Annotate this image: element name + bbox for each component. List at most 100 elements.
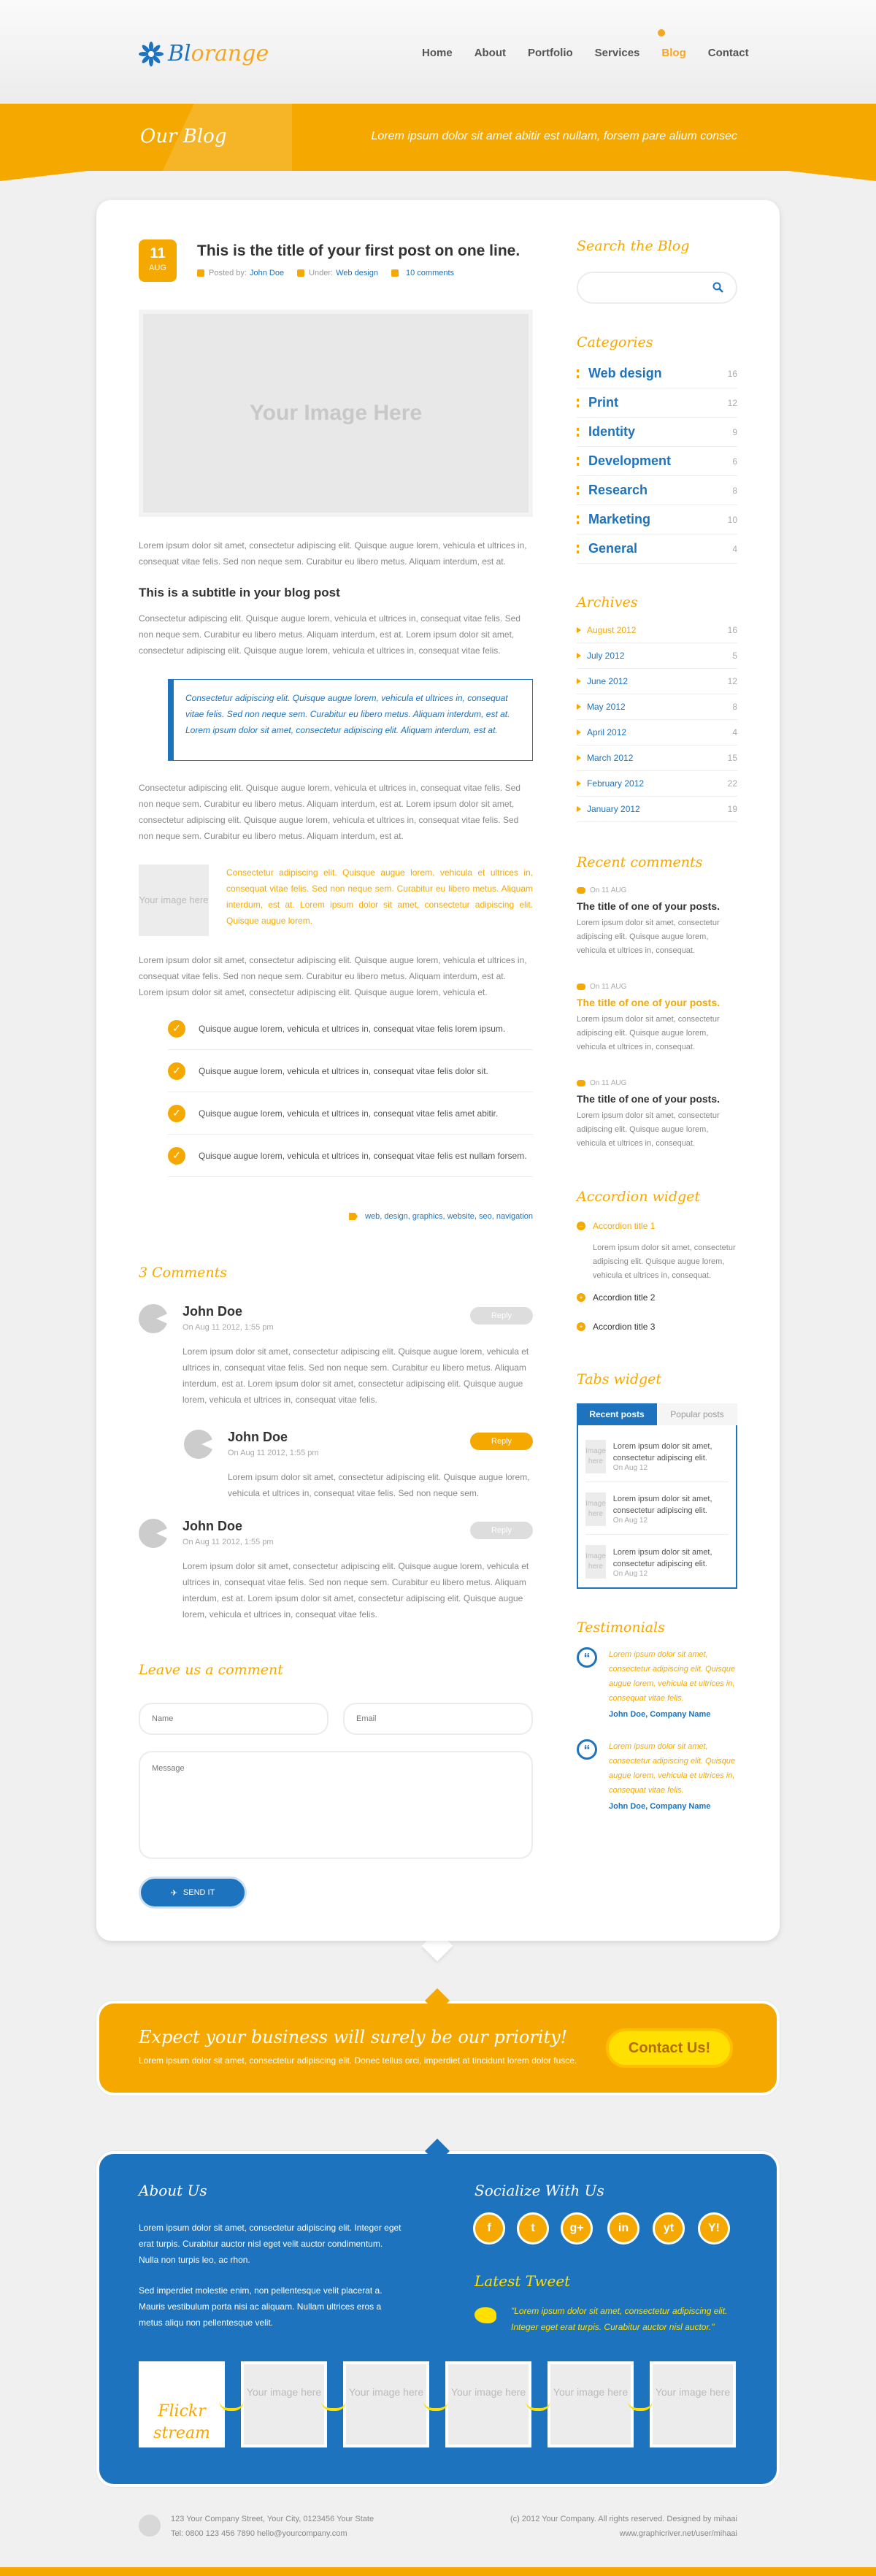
category-item[interactable]: Web design 16 [577, 359, 737, 388]
flickr-thumb[interactable]: Your image here [343, 2361, 429, 2447]
category-item[interactable]: Print 12 [577, 388, 737, 418]
credit-link[interactable]: www.graphicriver.net/user/mihaai [510, 2526, 737, 2541]
tag-icon [349, 1213, 358, 1220]
testimonial-author: John Doe, Company Name [609, 1802, 711, 1811]
tab-post-item[interactable]: Image here Lorem ipsum dolor sit amet, co… [585, 1431, 729, 1482]
flickr-thumb[interactable]: Your image here [650, 2361, 736, 2447]
category-name: General [588, 541, 638, 556]
nav-portfolio[interactable]: Portfolio [528, 47, 573, 59]
address-line: 123 Your Company Street, Your City, 0123… [171, 2515, 374, 2523]
message-field[interactable] [139, 1751, 533, 1859]
accordion-title: Accordion widget [577, 1189, 701, 1205]
avatar [184, 1430, 215, 1459]
category-item[interactable]: Research 8 [577, 476, 737, 505]
contact-us-button[interactable]: Contact Us! [606, 2028, 733, 2068]
flickr-thumb[interactable]: Your image here [241, 2361, 327, 2447]
tab-popular-posts[interactable]: Popular posts [657, 1403, 737, 1425]
arrow-icon [577, 806, 581, 812]
comment-bubble-icon [577, 887, 585, 894]
contact-line[interactable]: Tel: 0800 123 456 7890 hello@yourcompany… [171, 2526, 374, 2541]
tabs-header: Recent posts Popular posts [577, 1403, 737, 1425]
post-title[interactable]: This is the title of your first post on … [197, 242, 520, 260]
tab-recent-posts[interactable]: Recent posts [577, 1403, 657, 1425]
post-comments-link[interactable]: 10 comments [406, 269, 454, 277]
google-plus-icon[interactable]: g+ [561, 2212, 593, 2245]
archive-item[interactable]: January 2012 19 [577, 797, 737, 822]
post-paragraph-1: Lorem ipsum dolor sit amet, consectetur … [139, 540, 527, 567]
post-paragraph-2: Consectetur adipiscing elit. Quisque aug… [139, 613, 520, 656]
folder-icon [297, 269, 305, 277]
accordion-item[interactable]: + Accordion title 3 [577, 1322, 737, 1332]
accordion-item-label: Accordion title 1 [593, 1221, 656, 1231]
recent-comment-text: Lorem ipsum dolor sit amet, consectetur … [577, 1111, 720, 1148]
reply-button[interactable]: Reply [470, 1307, 533, 1325]
post-author-link[interactable]: John Doe [250, 269, 284, 277]
nav-services[interactable]: Services [595, 47, 640, 59]
post-image: Your Image Here [139, 310, 533, 517]
send-button[interactable]: ✈ SEND IT [139, 1877, 247, 1909]
tab-post-text: Lorem ipsum dolor sit amet, consectetur … [612, 1442, 712, 1463]
post-inline-image: Your image here [139, 865, 209, 936]
logo[interactable]: Blorange [139, 41, 269, 66]
category-name: Development [588, 453, 672, 468]
send-icon: ✈ [170, 1888, 177, 1898]
cta-title: Expect your business will surely be our … [139, 2027, 568, 2047]
post-meta: Posted by: John Doe Under: Web design 10 c… [197, 269, 467, 277]
youtube-icon[interactable]: yt [653, 2212, 685, 2245]
accordion-item-label: Accordion title 3 [593, 1322, 656, 1332]
archive-item[interactable]: August 2012 16 [577, 618, 737, 643]
check-icon: ✓ [168, 1019, 185, 1038]
archive-item[interactable]: June 2012 12 [577, 669, 737, 694]
checklist-item: ✓ Quisque augue lorem, vehicula et ultric… [168, 1092, 533, 1135]
archive-item[interactable]: July 2012 5 [577, 643, 737, 669]
recent-comment-title[interactable]: The title of one of your posts. [577, 1093, 737, 1105]
post-tags: web, design, graphics, website, seo, nav… [345, 1212, 533, 1221]
linkedin-icon[interactable]: in [607, 2212, 639, 2245]
tab-post-thumb: Image here [585, 1492, 606, 1526]
bullet-icon [577, 486, 581, 495]
accordion-item[interactable]: – Accordion title 1 [577, 1221, 737, 1231]
nav-contact[interactable]: Contact [708, 47, 749, 59]
tab-post-item[interactable]: Image here Lorem ipsum dolor sit amet, co… [585, 1484, 729, 1535]
archive-count: 22 [727, 778, 737, 789]
archive-item[interactable]: May 2012 8 [577, 694, 737, 720]
category-item[interactable]: Identity 9 [577, 418, 737, 447]
category-item[interactable]: Marketing 10 [577, 505, 737, 534]
search-input[interactable] [577, 272, 737, 304]
nav-about[interactable]: About [474, 47, 506, 59]
accordion-item[interactable]: + Accordion title 2 [577, 1292, 737, 1303]
company-address: 123 Your Company Street, Your City, 0123… [139, 2512, 374, 2541]
email-field[interactable] [343, 1703, 533, 1735]
reply-button[interactable]: Reply [470, 1433, 533, 1450]
post-tags-list[interactable]: web, design, graphics, website, seo, nav… [365, 1212, 533, 1221]
category-item[interactable]: Development 6 [577, 447, 737, 476]
arrow-icon [577, 627, 581, 633]
name-field[interactable] [139, 1703, 328, 1735]
tab-post-item[interactable]: Image here Lorem ipsum dolor sit amet, co… [585, 1536, 729, 1587]
nav-blog[interactable]: Blog [661, 47, 685, 59]
category-item[interactable]: General 4 [577, 534, 737, 564]
about-title: About Us [139, 2182, 207, 2199]
nav-home[interactable]: Home [422, 47, 453, 59]
archive-item[interactable]: February 2012 22 [577, 771, 737, 797]
categories-title: Categories [577, 334, 653, 350]
archive-month: May 2012 [587, 702, 626, 712]
flickr-thumb[interactable]: Your image here [445, 2361, 531, 2447]
archive-item[interactable]: April 2012 4 [577, 720, 737, 745]
archive-item[interactable]: March 2012 15 [577, 745, 737, 771]
search-icon[interactable] [712, 282, 724, 294]
category-count: 10 [727, 514, 737, 525]
yahoo-icon[interactable]: Y! [698, 2212, 730, 2245]
recent-comment-title[interactable]: The title of one of your posts. [577, 900, 737, 912]
post-category-link[interactable]: Web design [336, 269, 378, 277]
latest-tweet[interactable]: "Lorem ipsum dolor sit amet, consectetur… [511, 2303, 737, 2335]
twitter-icon[interactable]: t [517, 2212, 549, 2245]
arrow-icon [577, 678, 581, 684]
reply-button[interactable]: Reply [470, 1522, 533, 1539]
facebook-icon[interactable]: f [473, 2212, 505, 2245]
recent-comment-date: On 11 AUG [590, 983, 627, 991]
recent-comment-title[interactable]: The title of one of your posts. [577, 997, 737, 1008]
banner-wing-left [0, 171, 88, 181]
flickr-thumb[interactable]: Your image here [548, 2361, 634, 2447]
archive-month: March 2012 [587, 753, 634, 763]
